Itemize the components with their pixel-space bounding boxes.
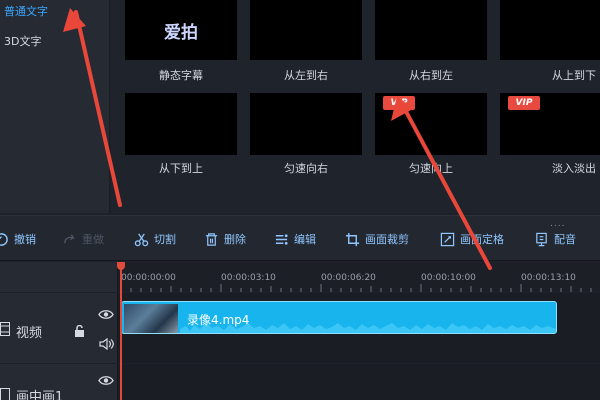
- ruler-corner: [0, 262, 118, 292]
- text-effect-grid: 爱拍 静态字幕 从左到右 从右到左 从上到下 VIP VIP 从下到上 匀速向右…: [111, 0, 600, 213]
- effect-thumb-constant-right[interactable]: [250, 93, 362, 155]
- delete-label: 删除: [224, 233, 246, 246]
- time-tick-label: 00:00:10:00: [421, 273, 476, 283]
- effect-thumb-static[interactable]: 爱拍: [125, 0, 237, 60]
- video-track-header: 视频: [0, 293, 118, 363]
- edit-toolbar: .... 撤销 重做 切割 删除 编辑 画面裁剪 画面定格 配音: [0, 215, 600, 261]
- time-tick-label: 00:00:03:10: [221, 273, 276, 283]
- undo-icon: [0, 232, 8, 246]
- video-track-name: 视频: [16, 326, 43, 341]
- vip-badge: VIP: [383, 96, 415, 110]
- clip-thumbnail: [124, 304, 178, 333]
- pip-track-header: 画中画1: [0, 364, 118, 400]
- time-tick-label: 00:00:06:20: [321, 273, 376, 283]
- crop-icon: [345, 232, 360, 246]
- effect-label: 匀速向上: [409, 162, 453, 175]
- scissors-icon: [134, 233, 149, 246]
- effect-label: 从上到下: [552, 69, 596, 82]
- cut-label: 切割: [154, 233, 176, 246]
- trash-icon: [205, 232, 218, 246]
- effect-label: 淡入淡出: [552, 162, 596, 175]
- playhead[interactable]: [120, 262, 122, 400]
- effect-thumb-constant-up[interactable]: VIP: [375, 93, 487, 155]
- category-3d-text[interactable]: 3D文字: [4, 35, 41, 49]
- film-icon: [0, 388, 10, 400]
- ruler-ticks: [120, 284, 592, 292]
- undo-label: 撤销: [14, 233, 36, 246]
- crop-label: 画面裁剪: [365, 233, 409, 246]
- playhead-handle[interactable]: [117, 262, 125, 270]
- pip-track-name: 画中画1: [16, 390, 64, 400]
- undo-button[interactable]: 撤销: [0, 230, 36, 248]
- effect-thumb-top-to-bottom[interactable]: [500, 0, 600, 60]
- effect-label: 静态字幕: [159, 69, 203, 82]
- clip-name: 录像4.mp4: [187, 313, 250, 327]
- dub-label: 配音: [554, 233, 576, 246]
- toolbar-more-indicator[interactable]: ....: [550, 219, 565, 229]
- vip-badge: VIP: [508, 96, 540, 110]
- video-editor-window: 普通文字 3D文字 爱拍 静态字幕 从左到右 从右到左 从上到下 VIP VIP…: [0, 0, 600, 400]
- freeze-frame-label: 画面定格: [460, 233, 504, 246]
- freeze-frame-button[interactable]: 画面定格: [440, 230, 504, 248]
- pip-track-lane[interactable]: [118, 364, 600, 400]
- effect-thumb-left-to-right[interactable]: [250, 0, 362, 60]
- eye-icon[interactable]: [98, 309, 114, 320]
- redo-button[interactable]: 重做: [62, 230, 104, 248]
- freeze-frame-icon: [440, 232, 455, 246]
- time-tick-label: 00:00:00:00: [121, 273, 176, 283]
- film-icon: [0, 322, 10, 336]
- speaker-icon[interactable]: [99, 338, 114, 350]
- text-category-panel: 普通文字 3D文字: [0, 0, 110, 213]
- redo-icon: [64, 233, 75, 243]
- video-clip[interactable]: 录像4.mp4: [121, 301, 557, 334]
- redo-label: 重做: [82, 233, 104, 246]
- edit-button[interactable]: 编辑: [274, 230, 316, 248]
- microphone-icon: [536, 232, 547, 246]
- effect-thumb-text: 爱拍: [164, 23, 198, 43]
- effect-label: 从右到左: [409, 69, 453, 82]
- effect-thumb-bottom-to-top[interactable]: [125, 93, 237, 155]
- eye-icon[interactable]: [98, 375, 114, 386]
- crop-button[interactable]: 画面裁剪: [345, 230, 409, 248]
- time-tick-label: 00:00:13:10: [521, 273, 576, 283]
- effect-label: 匀速向右: [284, 162, 328, 175]
- effect-thumb-right-to-left[interactable]: [375, 0, 487, 60]
- delete-button[interactable]: 删除: [204, 230, 246, 248]
- effect-label: 从左到右: [284, 69, 328, 82]
- effect-label: 从下到上: [159, 162, 203, 175]
- edit-label: 编辑: [294, 233, 316, 246]
- timeline-ruler[interactable]: 00:00:00:00 00:00:03:10 00:00:06:20 00:0…: [118, 262, 600, 292]
- dub-button[interactable]: 配音: [534, 230, 576, 248]
- category-normal-text[interactable]: 普通文字: [4, 5, 48, 19]
- lock-icon[interactable]: [74, 325, 85, 337]
- cut-button[interactable]: 切割: [134, 230, 176, 248]
- edit-icon: [275, 233, 288, 245]
- effect-thumb-fade[interactable]: VIP: [500, 93, 600, 155]
